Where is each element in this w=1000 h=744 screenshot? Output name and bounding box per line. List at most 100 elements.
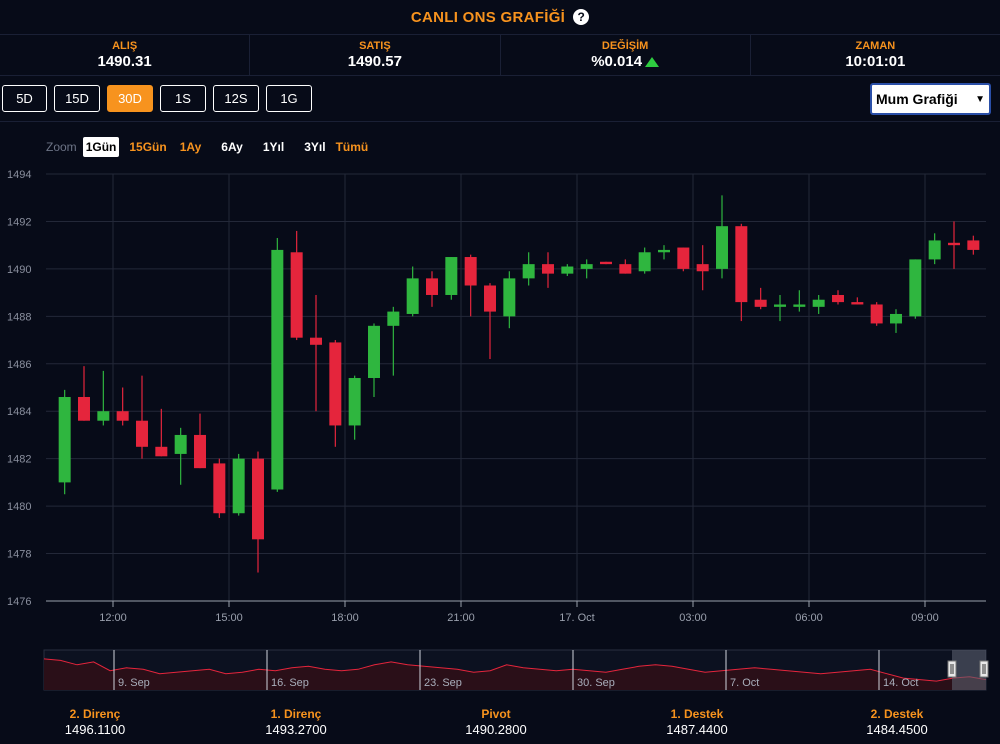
candle-body — [329, 342, 342, 426]
navigator-handle-left — [947, 660, 957, 678]
candle-body — [890, 313, 902, 324]
zoom-1yil[interactable]: 1Yıl — [260, 137, 287, 157]
navigator-label: 23. Sep — [424, 677, 462, 689]
navigator-label: 7. Oct — [730, 677, 759, 689]
candle-body — [503, 278, 516, 317]
help-icon[interactable]: ? — [573, 9, 590, 25]
navigator-label: 9. Sep — [118, 677, 150, 689]
candle-body — [967, 240, 980, 250]
quote-time-label: ZAMAN — [855, 39, 896, 52]
candle-body — [445, 257, 458, 295]
candle-body — [78, 396, 90, 421]
zoom-6ay[interactable]: 6Ay — [218, 137, 246, 157]
candle-body — [696, 264, 709, 272]
quote-ask-label: SATIŞ — [359, 39, 391, 52]
x-tick-label: 17. Oct — [559, 612, 594, 624]
candle-body — [600, 261, 612, 265]
pivot-s1-value: 1487.4400 — [666, 722, 728, 737]
pivot-p: Pivot 1490.2800 — [436, 706, 556, 738]
x-tick-label: 12:00 — [99, 612, 127, 624]
zoom-15gun[interactable]: 15Gün — [126, 137, 169, 157]
range-button-1g[interactable]: 1G — [266, 85, 312, 112]
x-tick-label: 09:00 — [911, 612, 939, 624]
x-tick-label: 15:00 — [215, 612, 243, 624]
zoom-label: Zoom — [46, 140, 77, 154]
range-button-12s[interactable]: 12S — [213, 85, 259, 112]
candle-body — [735, 226, 748, 303]
y-tick-label: 1492 — [7, 216, 31, 228]
candle-body — [368, 325, 380, 379]
chart-type-select[interactable]: Mum Grafiği ▼ — [870, 83, 991, 115]
y-tick-label: 1482 — [7, 454, 31, 466]
zoom-3yil[interactable]: 3Yıl — [301, 137, 328, 157]
candle-body — [387, 311, 400, 326]
chart-type-value: Mum Grafiği — [876, 91, 958, 107]
quote-ask: SATIŞ 1490.57 — [250, 35, 501, 75]
quote-change-label: DEĞİŞİM — [601, 39, 649, 52]
pivot-r1: 1. Direnç 1493.2700 — [236, 706, 356, 738]
quote-bar: ALIŞ 1490.31 SATIŞ 1490.57 DEĞİŞİM %0.01… — [0, 34, 1000, 76]
candle-body — [658, 249, 670, 253]
quote-change-row: %0.014 — [591, 53, 660, 71]
pivot-s2-value: 1484.4500 — [866, 722, 928, 737]
candle-body — [252, 458, 264, 540]
candle-body — [619, 264, 632, 274]
quote-time-value: 10:01:01 — [845, 52, 906, 70]
candle-body — [174, 434, 187, 454]
candle-body — [155, 446, 168, 457]
candle-body — [58, 396, 71, 483]
candle-body — [290, 252, 303, 338]
pivot-r2: 2. Direnç 1496.1100 — [35, 706, 155, 738]
quote-bid-value: 1490.31 — [97, 52, 152, 70]
quote-bid-label: ALIŞ — [112, 39, 138, 52]
navigator-label: 16. Sep — [271, 677, 309, 689]
chevron-down-icon: ▼ — [975, 93, 985, 105]
candle-body — [97, 411, 110, 421]
range-button-15d[interactable]: 15D — [54, 85, 100, 112]
candle-body — [136, 420, 148, 447]
candle-body — [793, 304, 806, 307]
quote-change: DEĞİŞİM %0.014 — [501, 35, 751, 75]
pivot-r1-label: 1. Direnç — [270, 707, 322, 721]
candle-body — [716, 226, 728, 269]
candles — [58, 195, 980, 573]
pivot-r1-value: 1493.2700 — [265, 722, 327, 737]
pivot-p-value: 1490.2800 — [465, 722, 527, 737]
pivot-s2: 2. Destek 1484.4500 — [837, 706, 957, 738]
y-tick-label: 1486 — [7, 359, 31, 371]
quote-ask-value: 1490.57 — [347, 52, 402, 70]
y-tick-label: 1480 — [7, 501, 31, 513]
candle-body — [851, 302, 864, 305]
candle-body — [406, 278, 419, 314]
pivot-s2-label: 2. Destek — [870, 707, 924, 721]
candle-body — [909, 259, 922, 317]
pivot-s1: 1. Destek 1487.4400 — [637, 706, 757, 738]
zoom-tumu[interactable]: Tümü — [333, 137, 372, 157]
page-title: CANLI ONS GRAFİĞİ — [410, 8, 566, 26]
candle-body — [194, 434, 206, 469]
y-tick-label: 1494 — [7, 169, 31, 181]
pivot-p-label: Pivot — [481, 707, 511, 721]
candle-body — [812, 299, 825, 307]
navigator-line — [43, 658, 987, 682]
zoom-1ay[interactable]: 1Ay — [177, 137, 205, 157]
navigator-area — [44, 658, 986, 690]
candle-body — [348, 378, 361, 426]
candle-body — [426, 278, 438, 295]
y-tick-label: 1490 — [7, 264, 31, 276]
candle-body — [870, 304, 883, 324]
candle-body — [754, 299, 767, 307]
up-arrow-icon — [645, 56, 660, 67]
x-tick-label: 06:00 — [795, 612, 823, 624]
zoom-1gun[interactable]: 1Gün — [82, 137, 120, 157]
range-button-1s[interactable]: 1S — [160, 85, 206, 112]
candle-body — [832, 294, 844, 303]
candle-body — [948, 242, 960, 246]
pivot-r2-value: 1496.1100 — [64, 722, 126, 737]
chart-grid — [46, 173, 986, 602]
candle-body — [213, 463, 226, 514]
navigator-selection — [952, 650, 986, 690]
y-tick-label: 1484 — [7, 406, 31, 418]
range-button-30d[interactable]: 30D — [107, 85, 153, 112]
range-button-5d[interactable]: 5D — [2, 85, 47, 112]
